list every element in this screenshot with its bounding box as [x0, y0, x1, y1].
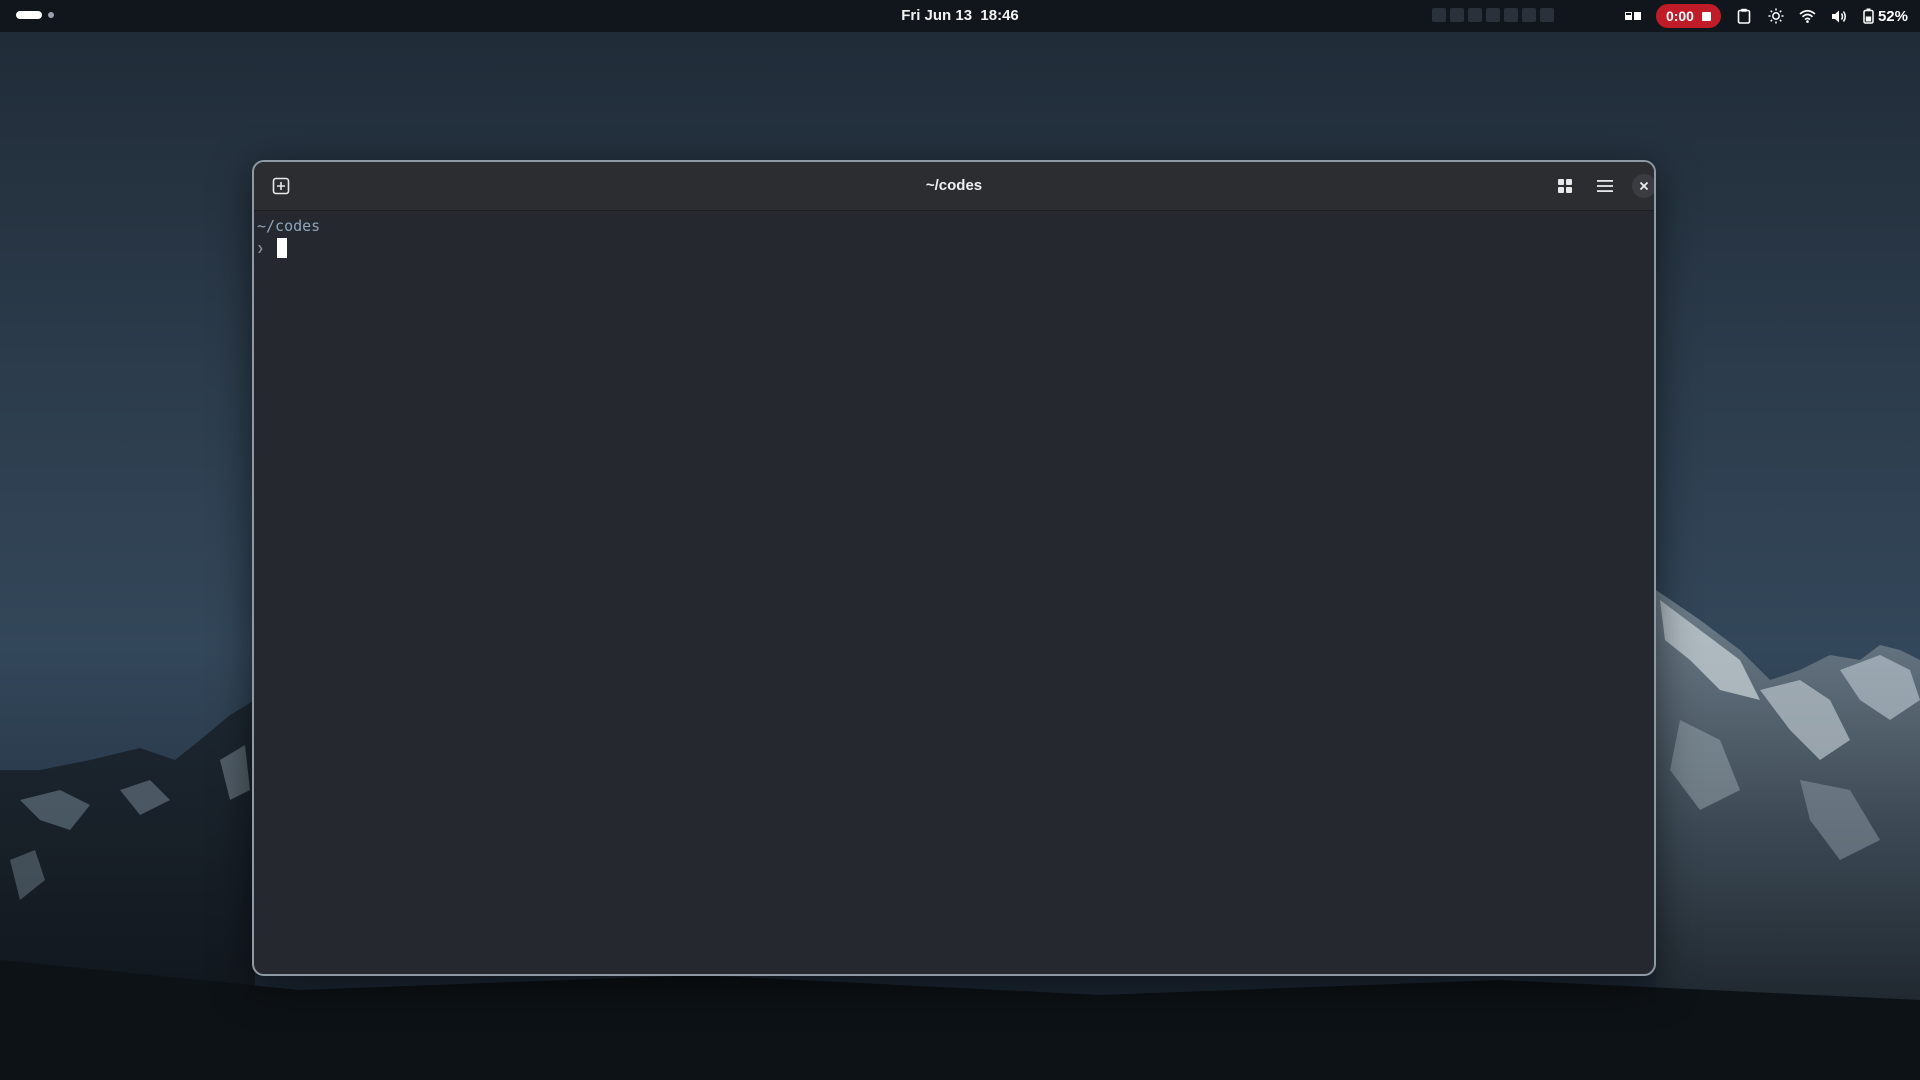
system-tray: 0:00 52% [1624, 0, 1908, 32]
close-icon [1639, 181, 1649, 191]
workspace-thumbnail[interactable] [1432, 8, 1446, 22]
current-directory: ~/codes [257, 217, 321, 235]
workspace-thumbnail[interactable] [1540, 8, 1554, 22]
top-bar: Fri Jun 13 18:46 0:00 52% [0, 0, 1920, 32]
stop-recording-icon[interactable] [1701, 11, 1711, 21]
clock-time: 18:46 [980, 7, 1019, 24]
headerbar[interactable]: ~/codes [254, 162, 1654, 211]
prompt-symbol: ❯ [257, 241, 264, 255]
screen-recording-indicator[interactable]: 0:00 [1655, 4, 1721, 28]
hamburger-menu-icon [1597, 180, 1613, 192]
workspace-thumbnail[interactable] [1522, 8, 1536, 22]
workspace-dot[interactable] [48, 12, 54, 18]
workspace-thumbnail[interactable] [1504, 8, 1518, 22]
grid-icon [1558, 179, 1572, 193]
clock[interactable]: Fri Jun 13 18:46 [901, 0, 1019, 32]
workspace-thumbnail[interactable] [1468, 8, 1482, 22]
close-button[interactable] [1632, 174, 1654, 198]
workspace-thumbnails [1432, 8, 1554, 22]
window-title: ~/codes [925, 177, 983, 194]
clipboard-icon[interactable] [1735, 7, 1753, 25]
active-workspace-pill[interactable] [16, 11, 42, 19]
tab-overview-button[interactable] [1550, 171, 1580, 201]
volume-icon[interactable] [1831, 7, 1849, 25]
recording-time: 0:00 [1665, 8, 1694, 24]
text-cursor [277, 238, 287, 258]
workspace-thumbnail[interactable] [1486, 8, 1500, 22]
battery-icon [1863, 8, 1874, 24]
terminal-window: ~/codes ~/codes ❯ [252, 160, 1656, 976]
terminal-content[interactable]: ~/codes ❯ [254, 211, 1654, 974]
wifi-icon[interactable] [1799, 7, 1817, 25]
brightness-icon[interactable] [1767, 7, 1785, 25]
workspace-switcher-icon[interactable] [1624, 7, 1642, 25]
prompt-line[interactable]: ❯ [257, 237, 1651, 259]
battery-percent: 52% [1877, 7, 1908, 25]
battery-indicator[interactable]: 52% [1863, 7, 1908, 25]
main-menu-button[interactable] [1590, 171, 1620, 201]
activities-indicator[interactable] [16, 11, 54, 19]
clock-date: Fri Jun 13 [901, 7, 973, 24]
workspace-thumbnail[interactable] [1450, 8, 1464, 22]
